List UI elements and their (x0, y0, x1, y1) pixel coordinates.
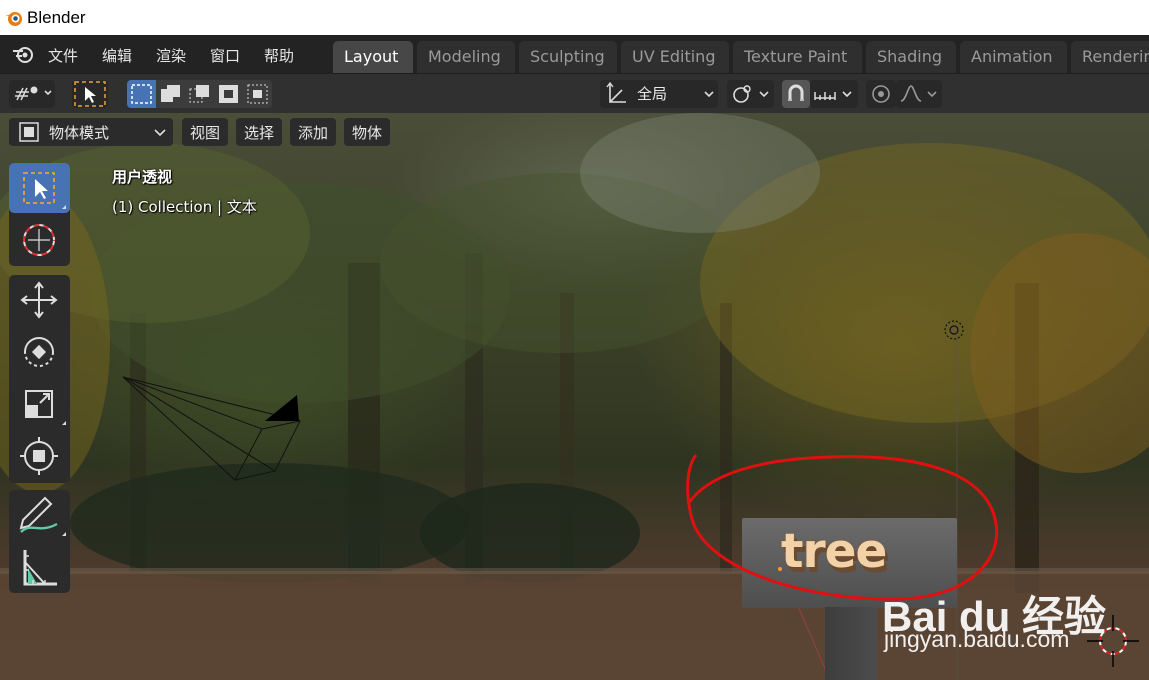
tool-select-box[interactable] (9, 163, 70, 213)
window-title: Blender (27, 7, 86, 27)
menu-render[interactable]: 渲染 (156, 45, 186, 66)
light-object[interactable] (940, 318, 968, 346)
selection-mode-subtract[interactable] (185, 80, 214, 108)
tab-modeling[interactable]: Modeling (417, 41, 515, 73)
menu-window[interactable]: 窗口 (210, 45, 240, 66)
proportional-falloff-dropdown[interactable] (896, 80, 942, 108)
select-tool-button[interactable] (72, 80, 108, 108)
mode-intersect-icon (247, 84, 268, 104)
magnet-icon (788, 84, 804, 101)
tab-rendering-label: Renderin (1082, 47, 1149, 66)
measure-icon (23, 550, 57, 586)
select-box-icon (74, 81, 106, 107)
toolbar-select-group (9, 163, 70, 266)
tab-animation-label: Animation (971, 47, 1053, 66)
scale-icon (25, 390, 66, 425)
mode-set-icon (131, 84, 152, 104)
select-box-icon (23, 172, 66, 209)
blender-logo-icon (5, 11, 22, 26)
editor-type-icon (15, 86, 52, 101)
tab-animation[interactable]: Animation (960, 41, 1067, 73)
transform-orientation-label: 全局 (637, 85, 668, 103)
viewport-menu-object[interactable]: 物体 (344, 118, 391, 146)
annotate-icon (19, 496, 66, 536)
tab-layout-label: Layout (344, 47, 399, 66)
tool-rotate[interactable] (9, 327, 70, 377)
mode-extend-icon (161, 85, 180, 102)
transform-orientation-dropdown[interactable]: 全局 (600, 80, 718, 108)
tool-measure[interactable] (9, 542, 70, 592)
tool-scale[interactable] (9, 379, 70, 429)
selection-mode-extend[interactable] (156, 80, 185, 108)
blender-menu-icon[interactable] (12, 44, 34, 64)
tool-cursor[interactable] (9, 215, 70, 265)
pivot-point-icon (733, 85, 769, 103)
snap-toggle[interactable] (782, 80, 810, 108)
active-collection-label: (1) Collection | 文本 (112, 198, 257, 216)
window-titlebar: Blender (0, 0, 1149, 35)
tab-uv-editing-label: UV Editing (632, 47, 716, 66)
tool-move[interactable] (9, 275, 70, 325)
mode-invert-icon (219, 85, 238, 103)
chevron-down-icon (154, 129, 166, 137)
top-bar: 文件 编辑 渲染 窗口 帮助 Layout Modeling Sculpting… (0, 35, 1149, 73)
tab-sculpting-label: Sculpting (530, 47, 605, 66)
view-perspective-label: 用户透视 (112, 168, 173, 186)
cursor-icon (23, 224, 55, 256)
tab-rendering[interactable]: Renderin (1071, 41, 1149, 73)
selection-mode-invert[interactable] (214, 80, 243, 108)
rotate-icon (24, 337, 54, 367)
tab-modeling-label: Modeling (428, 47, 501, 66)
3d-viewport[interactable]: 物体模式 视图 选择 添加 物体 用户透视 (1) Collection | 文… (0, 113, 1149, 680)
snap-increment-icon (814, 91, 852, 100)
selection-mode-new[interactable] (127, 80, 156, 108)
tool-annotate[interactable] (9, 490, 70, 540)
viewport-menu-view[interactable]: 视图 (182, 118, 229, 146)
tab-layout[interactable]: Layout (333, 41, 413, 73)
tab-texture-paint-label: Texture Paint (744, 47, 848, 66)
menu-edit[interactable]: 编辑 (102, 45, 132, 66)
orientation-icon (606, 81, 626, 103)
selection-mode-group (127, 80, 272, 108)
tab-sculpting[interactable]: Sculpting (519, 41, 617, 73)
viewport-menu-select[interactable]: 选择 (236, 118, 283, 146)
editor-type-button[interactable] (9, 80, 55, 108)
sign-post (825, 607, 877, 680)
interaction-mode-dropdown[interactable]: 物体模式 (9, 118, 173, 146)
menu-help[interactable]: 帮助 (264, 45, 294, 66)
toolbar-transform-group (9, 275, 70, 483)
pivot-point-dropdown[interactable] (727, 80, 774, 108)
falloff-curve-icon (900, 85, 937, 102)
menu-file[interactable]: 文件 (48, 45, 78, 66)
viewport-header-toolbar: 全局 (0, 73, 1149, 113)
camera-object[interactable] (115, 373, 315, 488)
selection-mode-intersect[interactable] (243, 80, 272, 108)
mode-subtract-icon (189, 85, 209, 103)
viewport-menu-add[interactable]: 添加 (290, 118, 337, 146)
tool-transform[interactable] (9, 431, 70, 481)
proportional-edit-icon (872, 85, 890, 103)
watermark-url: jingyan.baidu.com (884, 626, 1070, 652)
tab-uv-editing[interactable]: UV Editing (621, 41, 729, 73)
tab-shading[interactable]: Shading (866, 41, 956, 73)
proportional-edit-toggle[interactable] (866, 80, 896, 108)
move-icon (20, 281, 58, 319)
interaction-mode-label: 物体模式 (49, 124, 110, 142)
snap-target-dropdown[interactable] (810, 80, 858, 108)
toolbar-annotate-group (9, 490, 70, 593)
tab-shading-label: Shading (877, 47, 942, 66)
transform-icon (20, 437, 58, 475)
object-mode-icon (19, 122, 39, 142)
tab-texture-paint[interactable]: Texture Paint (733, 41, 862, 73)
chevron-down-icon (704, 91, 714, 98)
